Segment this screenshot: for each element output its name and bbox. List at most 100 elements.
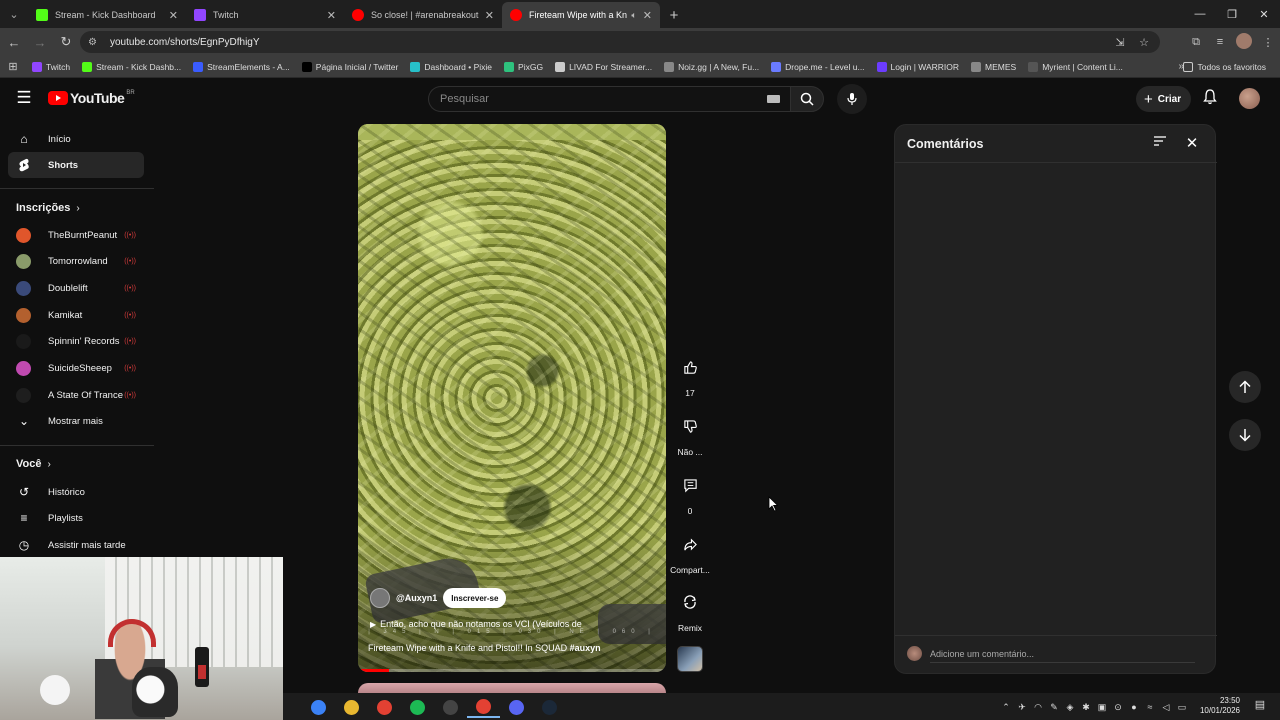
like-button[interactable]: 17: [670, 352, 710, 398]
search-button[interactable]: [790, 86, 824, 112]
audio-source-thumbnail[interactable]: [677, 646, 703, 672]
sidebar-channel[interactable]: Doublelift ((•)): [8, 275, 144, 301]
steam-taskbar-icon[interactable]: [533, 696, 566, 718]
pen-tray-icon[interactable]: ✎: [1046, 702, 1062, 713]
restore-icon[interactable]: ❐: [1216, 0, 1248, 28]
sidebar-channel[interactable]: A State Of Trance ((•)): [8, 382, 144, 408]
browser-tab-active[interactable]: Fireteam Wipe with a Knife 🔈︎ ✕: [502, 2, 660, 28]
sidebar-channel[interactable]: Spinnin' Records ((•)): [8, 329, 144, 355]
back-arrow-icon[interactable]: ←: [2, 30, 26, 54]
extensions-icon[interactable]: ⧉: [1184, 36, 1208, 49]
all-bookmarks-folder[interactable]: Todos os favoritos: [1177, 61, 1272, 72]
tab-search-icon[interactable]: ⌄: [0, 0, 28, 28]
taskbar-clock[interactable]: 23:50 10/01/2026: [1200, 696, 1240, 716]
chrome-taskbar-icon[interactable]: [368, 696, 401, 718]
sidebar-channel[interactable]: Kamikat ((•)): [8, 302, 144, 328]
headset-tray-icon[interactable]: ◠: [1030, 702, 1046, 713]
tab-close-icon[interactable]: ✕: [485, 9, 494, 22]
microphone-tray-icon[interactable]: ●: [1126, 702, 1142, 712]
sidebar-item-history[interactable]: ↺ Histórico: [8, 479, 144, 505]
previous-short-button[interactable]: [1229, 371, 1261, 403]
you-header[interactable]: Você ›: [16, 458, 51, 470]
next-short-button[interactable]: [1229, 419, 1261, 451]
bookmark-item[interactable]: Dashboard • Pixie: [404, 61, 498, 72]
obs-taskbar-icon[interactable]: [434, 696, 467, 718]
tab-close-icon[interactable]: ✕: [643, 9, 652, 22]
apps-grid-icon[interactable]: ⊞: [0, 60, 26, 73]
dislike-button[interactable]: Não ...: [670, 411, 710, 457]
next-short-preview[interactable]: [358, 683, 666, 693]
install-app-icon[interactable]: ⇲: [1108, 36, 1132, 49]
network-tray-icon[interactable]: ⊙: [1110, 702, 1126, 713]
site-info-icon[interactable]: ⚙︎: [88, 37, 102, 48]
wifi-icon[interactable]: ≈: [1142, 702, 1158, 712]
remix-button[interactable]: Remix: [670, 587, 710, 633]
bookmark-item[interactable]: Drope.me - Level u...: [765, 61, 870, 72]
hashtag-link[interactable]: #auxyn: [570, 643, 601, 653]
show-more-button[interactable]: ⌄ Mostrar mais: [8, 408, 144, 434]
bluetooth-icon[interactable]: ✱: [1078, 702, 1094, 713]
youtube-logo[interactable]: YouTube BR: [48, 90, 135, 106]
notifications-icon[interactable]: ▤: [1252, 698, 1268, 714]
keyboard-icon[interactable]: [767, 95, 780, 103]
browser-tab[interactable]: Twitch ✕: [186, 2, 344, 28]
sidebar-channel[interactable]: SuicideSheeep ((•)): [8, 356, 144, 382]
tab-close-icon[interactable]: ✕: [169, 9, 178, 22]
bookmark-item[interactable]: LIVAD For Streamer...: [549, 61, 658, 72]
display-icon[interactable]: ▣: [1094, 702, 1110, 713]
sidebar-item-playlists[interactable]: ≡ Playlists: [8, 505, 144, 531]
bookmark-item[interactable]: Login | WARRIOR: [871, 61, 966, 72]
minimize-icon[interactable]: —: [1184, 0, 1216, 28]
close-icon[interactable]: ✕: [1182, 134, 1202, 154]
browser-tab[interactable]: So close! | #arenabreakoutinfin ✕: [344, 2, 502, 28]
share-button[interactable]: Compart...: [670, 529, 710, 575]
short-video-player[interactable]: @Auxyn1 Inscrever-se ▶ Então, acho que n…: [358, 124, 666, 672]
voice-search-button[interactable]: [837, 84, 867, 114]
sort-icon[interactable]: [1150, 135, 1170, 153]
sidebar-item-watch-later[interactable]: ◷ Assistir mais tarde: [8, 532, 144, 558]
bookmark-item[interactable]: Página Inicial / Twitter: [296, 61, 405, 72]
bookmark-item[interactable]: StreamElements - A...: [187, 61, 296, 72]
video-progress-bar[interactable]: [358, 669, 666, 672]
subscribe-button[interactable]: Inscrever-se: [443, 588, 507, 608]
subscriptions-header[interactable]: Inscrições ›: [16, 202, 80, 214]
reload-icon[interactable]: ↻: [54, 30, 78, 54]
close-window-icon[interactable]: ✕: [1248, 0, 1280, 28]
create-button[interactable]: + Criar: [1136, 86, 1192, 112]
bookmark-item[interactable]: Twitch: [26, 61, 76, 72]
copilot-taskbar-icon[interactable]: [302, 696, 335, 718]
tray-overflow-icon[interactable]: ⌃: [998, 702, 1014, 713]
speaker-icon[interactable]: 🔈︎: [631, 10, 636, 21]
discord-taskbar-icon[interactable]: [500, 696, 533, 718]
bookmark-star-icon[interactable]: ☆: [1132, 36, 1156, 49]
short-description[interactable]: ▶ Então, acho que não notamos os VCI (Ve…: [370, 619, 582, 629]
menu-hamburger-icon[interactable]: ☰: [14, 88, 34, 108]
notifications-bell-icon[interactable]: [1200, 89, 1220, 109]
browser-tab[interactable]: Stream - Kick Dashboard ✕: [28, 2, 186, 28]
bookmark-item[interactable]: Stream - Kick Dashb...: [76, 61, 187, 72]
tab-close-icon[interactable]: ✕: [327, 9, 336, 22]
forward-arrow-icon[interactable]: →: [28, 30, 52, 54]
short-title[interactable]: Fireteam Wipe with a Knife and Pistol!! …: [368, 643, 601, 653]
bookmark-item[interactable]: PixGG: [498, 61, 549, 72]
explorer-taskbar-icon[interactable]: [335, 696, 368, 718]
sidebar-channel[interactable]: Tomorrowland ((•)): [8, 249, 144, 275]
channel-handle[interactable]: @Auxyn1: [396, 593, 437, 603]
url-field[interactable]: ⚙︎ youtube.com/shorts/EgnPyDfhigY ⇲ ☆: [80, 31, 1160, 53]
sidebar-item-home[interactable]: ⌂ Início: [8, 126, 144, 152]
menu-kebab-icon[interactable]: ⋮: [1256, 36, 1280, 49]
sidebar-channel[interactable]: TheBurntPeanut ((•)): [8, 222, 144, 248]
bookmark-item[interactable]: Myrient | Content Li...: [1022, 61, 1129, 72]
media-control-icon[interactable]: ≡: [1208, 36, 1232, 48]
comments-button[interactable]: 0: [670, 470, 710, 516]
battery-icon[interactable]: ▭: [1174, 702, 1190, 713]
shield-tray-icon[interactable]: ◈: [1062, 702, 1078, 713]
search-input[interactable]: Pesquisar: [428, 86, 790, 112]
sidebar-item-shorts[interactable]: Shorts: [8, 152, 144, 178]
bookmark-item[interactable]: MEMES: [965, 61, 1022, 72]
profile-icon[interactable]: [1232, 32, 1256, 52]
tray-app-icon[interactable]: ✈︎: [1014, 702, 1030, 713]
volume-icon[interactable]: ◁: [1158, 702, 1174, 713]
channel-avatar[interactable]: [370, 588, 390, 608]
bookmark-item[interactable]: Noiz.gg | A New, Fu...: [658, 61, 765, 72]
